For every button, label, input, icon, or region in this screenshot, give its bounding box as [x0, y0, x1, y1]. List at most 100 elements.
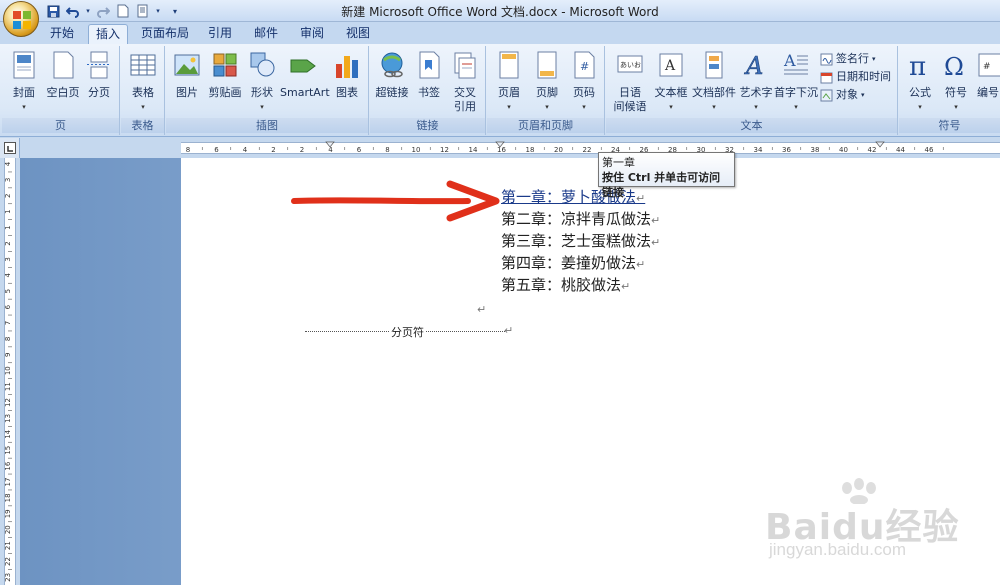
tab-insert[interactable]: 插入	[88, 24, 128, 44]
globe-link-icon	[381, 52, 403, 78]
shapes-button[interactable]: 形状 ▾	[246, 50, 278, 114]
ruler-label: 21	[4, 541, 12, 550]
shapes-label: 形状	[251, 86, 273, 99]
tooltip-title: 第一章	[602, 156, 635, 169]
paragraph-mark: ↵	[621, 280, 631, 293]
ruler-label: 4	[328, 146, 333, 154]
bookmark-button[interactable]: 书签	[412, 50, 446, 100]
toc-item-2[interactable]: 第二章：凉拌青瓜做法↵	[501, 208, 660, 230]
tab-selector[interactable]	[0, 138, 20, 158]
hyperlink-label: 超链接	[375, 86, 409, 99]
signature-line-icon	[820, 53, 833, 65]
cross-reference-button[interactable]: 交叉 引用	[448, 50, 482, 114]
table-icon	[130, 54, 156, 76]
smartart-button[interactable]: SmartArt	[280, 50, 330, 100]
ruler-label: 40	[839, 146, 848, 154]
ruler-label: 12	[440, 146, 449, 154]
ruler-label: 3	[4, 178, 12, 182]
wordart-icon: A	[744, 52, 764, 81]
object-button[interactable]: 对象 ▾	[820, 86, 865, 104]
illustrations-group-label: 插图	[166, 118, 368, 133]
horizontal-ruler[interactable]: 8 6 4 2 2 4 6 8 10 12 14 16 18 20 22 24 26 28 30 32 34 36 38 40…	[20, 138, 1000, 158]
toc-item-3[interactable]: 第三章：芝士蛋糕做法↵	[501, 230, 660, 252]
ribbon: 封面 ▾ 空白页 分页 页 表格 ▾ 表格 图片 剪贴画 形状 ▾ SmartA…	[0, 44, 1000, 137]
ruler-label: 4	[243, 146, 248, 154]
tab-home[interactable]: 开始	[44, 24, 80, 44]
toc-item-5[interactable]: 第五章：桃胶做法↵	[501, 274, 630, 296]
footer-icon	[537, 51, 557, 79]
cross-reference-icon	[454, 52, 476, 79]
toc-item-text: 第四章：姜撞奶做法	[501, 254, 637, 272]
textbox-button[interactable]: A 文本框 ▾	[652, 50, 690, 114]
tab-references[interactable]: 引用	[202, 24, 238, 44]
clipart-button[interactable]: 剪贴画	[206, 50, 244, 100]
chevron-down-icon: ▾	[22, 103, 26, 111]
ruler-label: 5	[4, 289, 12, 293]
ruler-label: 22	[583, 146, 592, 154]
blank-page-button[interactable]: 空白页	[44, 50, 82, 100]
picture-button[interactable]: 图片	[170, 50, 204, 100]
toc-item-text: 第五章：桃胶做法	[501, 276, 622, 294]
chart-button[interactable]: 图表	[330, 50, 364, 100]
ruler-label: 2	[4, 241, 12, 245]
table-group: 表格 ▾ 表格	[121, 46, 165, 135]
date-time-label: 日期和时间	[836, 70, 891, 83]
page-break-line	[423, 331, 505, 332]
header-button[interactable]: 页眉 ▾	[491, 50, 527, 114]
right-indent-marker[interactable]	[875, 141, 885, 148]
equation-button[interactable]: π 公式 ▾	[903, 50, 937, 114]
footer-button[interactable]: 页脚 ▾	[529, 50, 565, 114]
tab-review[interactable]: 审阅	[294, 24, 330, 44]
chevron-down-icon: ▾	[754, 103, 758, 111]
cover-page-icon	[13, 51, 35, 79]
table-button[interactable]: 表格 ▾	[125, 50, 161, 114]
hyperlink-button[interactable]: 超链接	[372, 50, 412, 100]
calendar-icon	[820, 72, 833, 83]
paragraph-mark: ↵	[504, 324, 514, 337]
chevron-down-icon: ▾	[918, 103, 922, 111]
header-icon	[499, 51, 519, 79]
office-button[interactable]	[3, 1, 39, 37]
bookmark-label: 书签	[418, 86, 440, 99]
symbols-group-label: 符号	[899, 118, 1000, 133]
ruler-label: 36	[782, 146, 791, 154]
symbol-button[interactable]: Ω 符号 ▾	[939, 50, 973, 114]
date-time-button[interactable]: 日期和时间	[820, 68, 891, 86]
vertical-ruler[interactable]: 4 3 2 1 1 2 3 4 5 6 7 8 9 10 11 12 13 14 15 16 17 18 19 20 21 22 2…	[0, 158, 20, 585]
document-parts-icon	[705, 51, 723, 79]
ruler-label: 15	[4, 446, 12, 455]
page-break[interactable]: 分页符 ↵	[305, 324, 514, 340]
cover-page-button[interactable]: 封面 ▾	[6, 50, 42, 114]
greeting-button[interactable]: あいお 日语 间候语	[608, 50, 652, 114]
drop-cap-button[interactable]: A 首字下沉 ▾	[774, 50, 818, 114]
numbering-button[interactable]: # 编号	[975, 50, 1000, 100]
page-break-button[interactable]: 分页	[82, 50, 116, 100]
tab-mailings[interactable]: 邮件	[248, 24, 284, 44]
ruler-label: 9	[4, 353, 12, 357]
left-indent-marker[interactable]	[325, 141, 335, 148]
ruler-label: 6	[4, 304, 12, 309]
ruler-label: 8	[385, 146, 389, 154]
tab-view[interactable]: 视图	[340, 24, 376, 44]
greeting-icon: あいお	[617, 55, 643, 73]
ruler-label: 38	[811, 146, 820, 154]
document-parts-button[interactable]: 文档部件 ▾	[690, 50, 738, 114]
numbering-icon: #	[978, 53, 1000, 77]
picture-label: 图片	[176, 86, 198, 99]
ruler-label: 20	[554, 146, 563, 154]
baidu-watermark: Baidu经验 jingyan.baidu.com	[765, 478, 995, 578]
toc-item-4[interactable]: 第四章：姜撞奶做法↵	[501, 252, 645, 274]
svg-text:Ω: Ω	[944, 53, 964, 80]
tab-page-layout[interactable]: 页面布局	[138, 24, 192, 44]
paragraph-mark: ↵	[636, 258, 646, 271]
shapes-icon	[250, 52, 275, 77]
omega-icon: Ω	[944, 53, 964, 81]
wordart-button[interactable]: A 艺术字 ▾	[738, 50, 774, 114]
ruler-label: 2	[4, 194, 12, 198]
page-number-label: 页码	[573, 86, 595, 99]
signature-line-label: 签名行	[836, 52, 869, 65]
signature-line-button[interactable]: 签名行 ▾	[820, 50, 876, 68]
ruler-label: 18	[526, 146, 535, 154]
paragraph-mark: ↵	[651, 236, 661, 249]
page-number-button[interactable]: # 页码 ▾	[567, 50, 601, 114]
